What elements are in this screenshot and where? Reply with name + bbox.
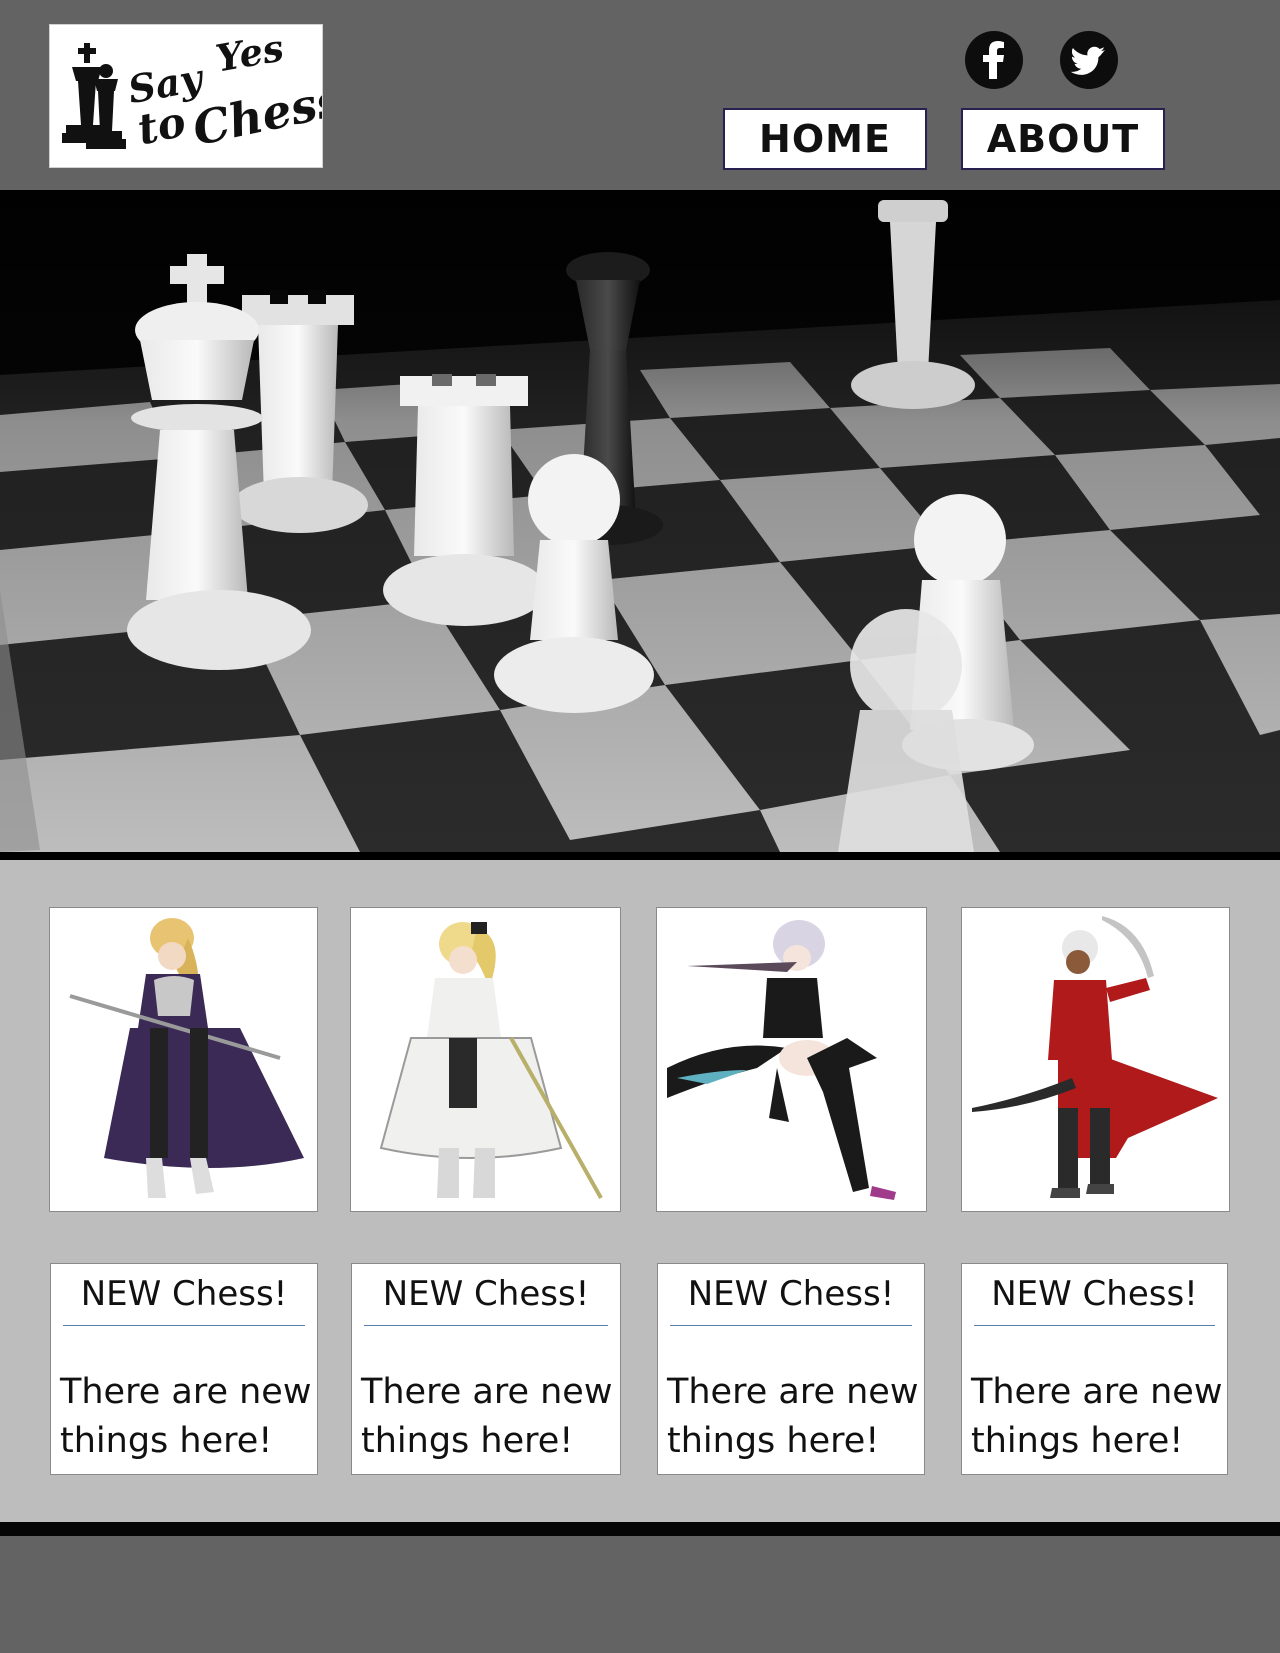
card-body-line-1: There are new: [361, 1372, 613, 1412]
card-divider: [364, 1325, 608, 1326]
card-body: There are new things here!: [667, 1368, 920, 1466]
home-nav-button[interactable]: HOME: [723, 108, 927, 170]
card-divider: [974, 1325, 1215, 1326]
character-illustration-2: [351, 908, 620, 1211]
logo-word-yes: Yes: [212, 25, 287, 81]
card-image-2[interactable]: [350, 907, 621, 1212]
site-footer: [0, 1536, 1280, 1653]
news-card-3[interactable]: NEW Chess! There are new things here!: [657, 1263, 925, 1475]
card-body: There are new things here!: [361, 1368, 616, 1466]
card-body-line-1: There are new: [60, 1372, 312, 1412]
card-title: NEW Chess!: [687, 1274, 895, 1314]
chessboard-photo: [0, 190, 1280, 852]
card-body-line-2: things here!: [971, 1421, 1184, 1461]
character-illustration-1: [50, 908, 317, 1211]
card-title: NEW Chess!: [991, 1274, 1198, 1314]
hero-banner: [0, 190, 1280, 860]
news-card-2[interactable]: NEW Chess! There are new things here!: [351, 1263, 621, 1475]
news-cards-section: NEW Chess! There are new things here! NE…: [0, 860, 1280, 1522]
chess-king-icon: [62, 43, 126, 149]
news-card-1[interactable]: NEW Chess! There are new things here!: [50, 1263, 318, 1475]
twitter-icon[interactable]: [1060, 31, 1118, 89]
logo-word-to: to: [133, 96, 190, 155]
character-illustration-3: [657, 908, 926, 1211]
card-image-3[interactable]: [656, 907, 927, 1212]
card-body: There are new things here!: [60, 1368, 313, 1466]
card-title: NEW Chess!: [80, 1274, 288, 1314]
card-image-4[interactable]: [961, 907, 1230, 1212]
about-nav-button[interactable]: ABOUT: [961, 108, 1165, 170]
card-body-line-2: things here!: [667, 1421, 880, 1461]
footer-divider: [0, 1522, 1280, 1536]
card-title: NEW Chess!: [382, 1274, 590, 1314]
card-body-line-2: things here!: [60, 1421, 273, 1461]
site-logo[interactable]: Say Yes to Chess: [49, 24, 323, 168]
facebook-icon[interactable]: [965, 31, 1023, 89]
card-image-1[interactable]: [49, 907, 318, 1212]
card-divider: [63, 1325, 305, 1326]
site-header: Say Yes to Chess HOME ABOUT: [0, 0, 1280, 190]
card-body-line-1: There are new: [971, 1372, 1223, 1412]
logo-word-chess: Chess: [188, 71, 323, 157]
news-card-4[interactable]: NEW Chess! There are new things here!: [961, 1263, 1228, 1475]
card-body-line-1: There are new: [667, 1372, 919, 1412]
card-body: There are new things here!: [971, 1368, 1223, 1466]
card-body-line-2: things here!: [361, 1421, 574, 1461]
card-divider: [670, 1325, 912, 1326]
character-illustration-4: [962, 908, 1229, 1211]
